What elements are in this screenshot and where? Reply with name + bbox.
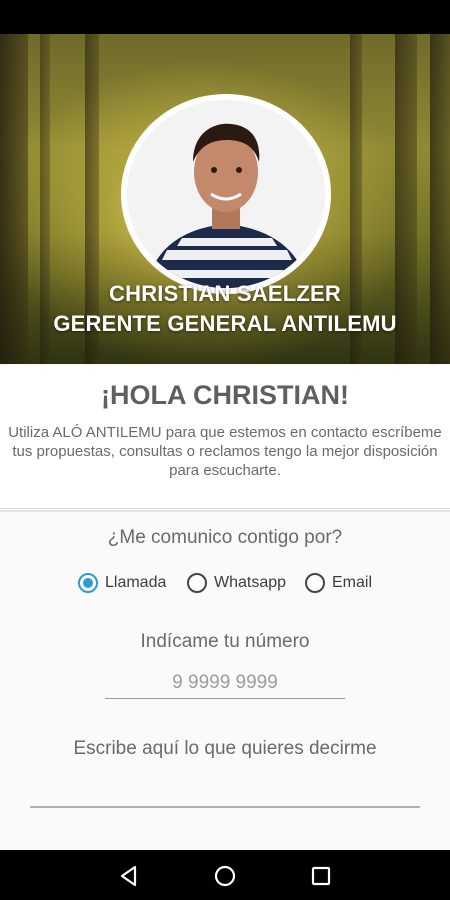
- radio-unchecked-icon[interactable]: [305, 573, 325, 593]
- radio-checked-icon[interactable]: [78, 573, 98, 593]
- radio-option-email[interactable]: Email: [305, 570, 372, 596]
- phone-label: Indícame tu número: [140, 631, 310, 652]
- recents-icon[interactable]: [308, 863, 334, 889]
- radio-label-whatsapp: Whatsapp: [214, 574, 287, 591]
- home-icon[interactable]: [212, 863, 238, 889]
- greeting-message: Utiliza ALÓ ANTILEMU para que estemos en…: [8, 424, 442, 479]
- greeting-card: ¡HOLA CHRISTIAN! Utiliza ALÓ ANTILEMU pa…: [0, 366, 450, 509]
- contact-method-group: Llamada Whatsapp Email: [0, 570, 450, 596]
- navigation-bar: [0, 850, 450, 900]
- radio-unchecked-icon[interactable]: [187, 573, 207, 593]
- radio-option-llamada[interactable]: Llamada: [78, 570, 166, 596]
- section-divider: [0, 510, 450, 512]
- profile-name: CHRISTIAN SAELZER: [109, 281, 341, 306]
- greeting-title: ¡HOLA CHRISTIAN!: [101, 380, 349, 410]
- phone-input[interactable]: [105, 668, 345, 699]
- status-bar: [0, 0, 450, 34]
- contact-question: ¿Me comunico contigo por?: [107, 527, 343, 548]
- person-portrait-icon: [127, 100, 325, 288]
- message-input[interactable]: [30, 776, 420, 808]
- radio-label-llamada: Llamada: [105, 574, 167, 591]
- header-banner: CHRISTIAN SAELZER GERENTE GENERAL ANTILE…: [0, 34, 450, 364]
- profile-avatar: [121, 94, 331, 294]
- profile-role: GERENTE GENERAL ANTILEMU: [53, 311, 397, 336]
- radio-label-email: Email: [332, 574, 373, 591]
- message-label: Escribe aquí lo que quieres decirme: [73, 738, 377, 759]
- radio-option-whatsapp[interactable]: Whatsapp: [187, 570, 286, 596]
- back-icon[interactable]: [116, 863, 142, 889]
